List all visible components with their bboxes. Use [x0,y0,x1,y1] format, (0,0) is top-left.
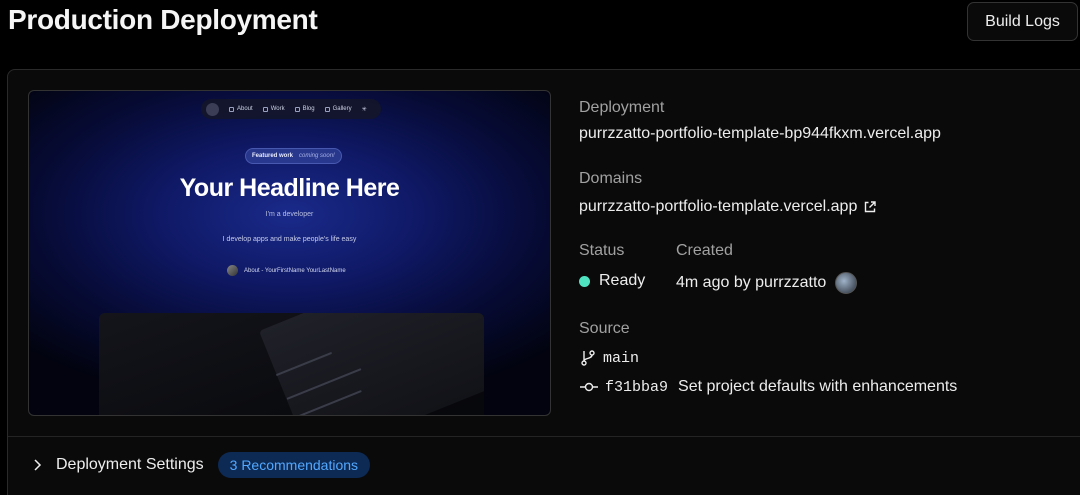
deployment-preview-image[interactable]: About Work Blog Gallery ✳ Featured work … [28,90,551,416]
status-badge: Ready [579,272,645,290]
domain-link[interactable]: purrzzatto-portfolio-template.vercel.app [579,198,877,216]
branch-name[interactable]: main [603,350,639,367]
preview-work-icon [262,106,268,112]
deployment-card: About Work Blog Gallery ✳ Featured work … [7,69,1080,495]
page-title: Production Deployment [8,4,318,35]
preview-nav-gallery: Gallery [332,106,352,112]
recommendations-badge[interactable]: 3 Recommendations [217,452,371,478]
preview-blog-icon [294,106,300,112]
preview-nav-blog: Blog [302,106,315,112]
preview-headline: Your Headline Here [179,174,400,202]
preview-author: About - YourFirstName YourLastName [227,265,346,276]
preview-author-label: About - YourFirstName YourLastName [244,267,346,274]
commit-hash[interactable]: f31bba9 [605,379,668,396]
preview-about-icon [229,106,234,112]
preview-subtitle: I'm a developer [265,211,314,218]
preview-app-screenshot [99,313,484,415]
preview-featured-label: Featured work [252,153,294,159]
preview-description: I develop apps and make people's life ea… [222,236,357,243]
avatar[interactable] [835,272,858,294]
preview-home-icon [206,102,219,116]
external-link-icon[interactable] [863,200,877,214]
status-value: Ready [599,272,646,289]
preview-gallery-icon [324,106,330,112]
status-dot-icon [579,275,590,287]
git-branch-icon [581,350,595,366]
chevron-right-icon[interactable] [32,458,44,472]
card-divider [8,436,1080,437]
preview-app-panel [259,313,484,415]
preview-coming-soon: coming soon! [299,153,335,159]
deployment-label: Deployment [579,99,665,116]
domains-label: Domains [579,170,643,187]
created-label: Created [676,242,733,259]
commit-message[interactable]: Set project defaults with enhancements [678,378,957,396]
created-value: 4m ago by purrzzatto [676,274,827,291]
build-logs-button[interactable]: Build Logs [967,2,1078,41]
deployment-settings-toggle[interactable]: Deployment Settings 3 Recommendations [32,452,371,478]
preview-theme-icon: ✳ [361,106,367,113]
source-branch[interactable]: main [579,349,639,367]
preview-author-avatar [227,265,238,276]
git-commit-icon [580,382,598,392]
deployment-url-link[interactable]: purrzzatto-portfolio-template-bp944fkxm.… [579,125,941,143]
domain-url[interactable]: purrzzatto-portfolio-template.vercel.app [579,198,857,216]
preview-nav-work: Work [270,106,285,112]
deployment-url[interactable]: purrzzatto-portfolio-template-bp944fkxm.… [579,125,941,143]
preview-nav-about: About [237,106,253,112]
source-commit[interactable]: f31bba9 Set project defaults with enhanc… [579,378,957,396]
source-label: Source [579,320,630,337]
deployment-settings-label[interactable]: Deployment Settings [56,456,204,474]
created-info: 4m ago by purrzzatto [676,272,858,294]
preview-featured-pill: Featured work coming soon! [245,148,342,164]
status-label: Status [579,242,625,259]
preview-nav: About Work Blog Gallery ✳ [201,99,381,119]
